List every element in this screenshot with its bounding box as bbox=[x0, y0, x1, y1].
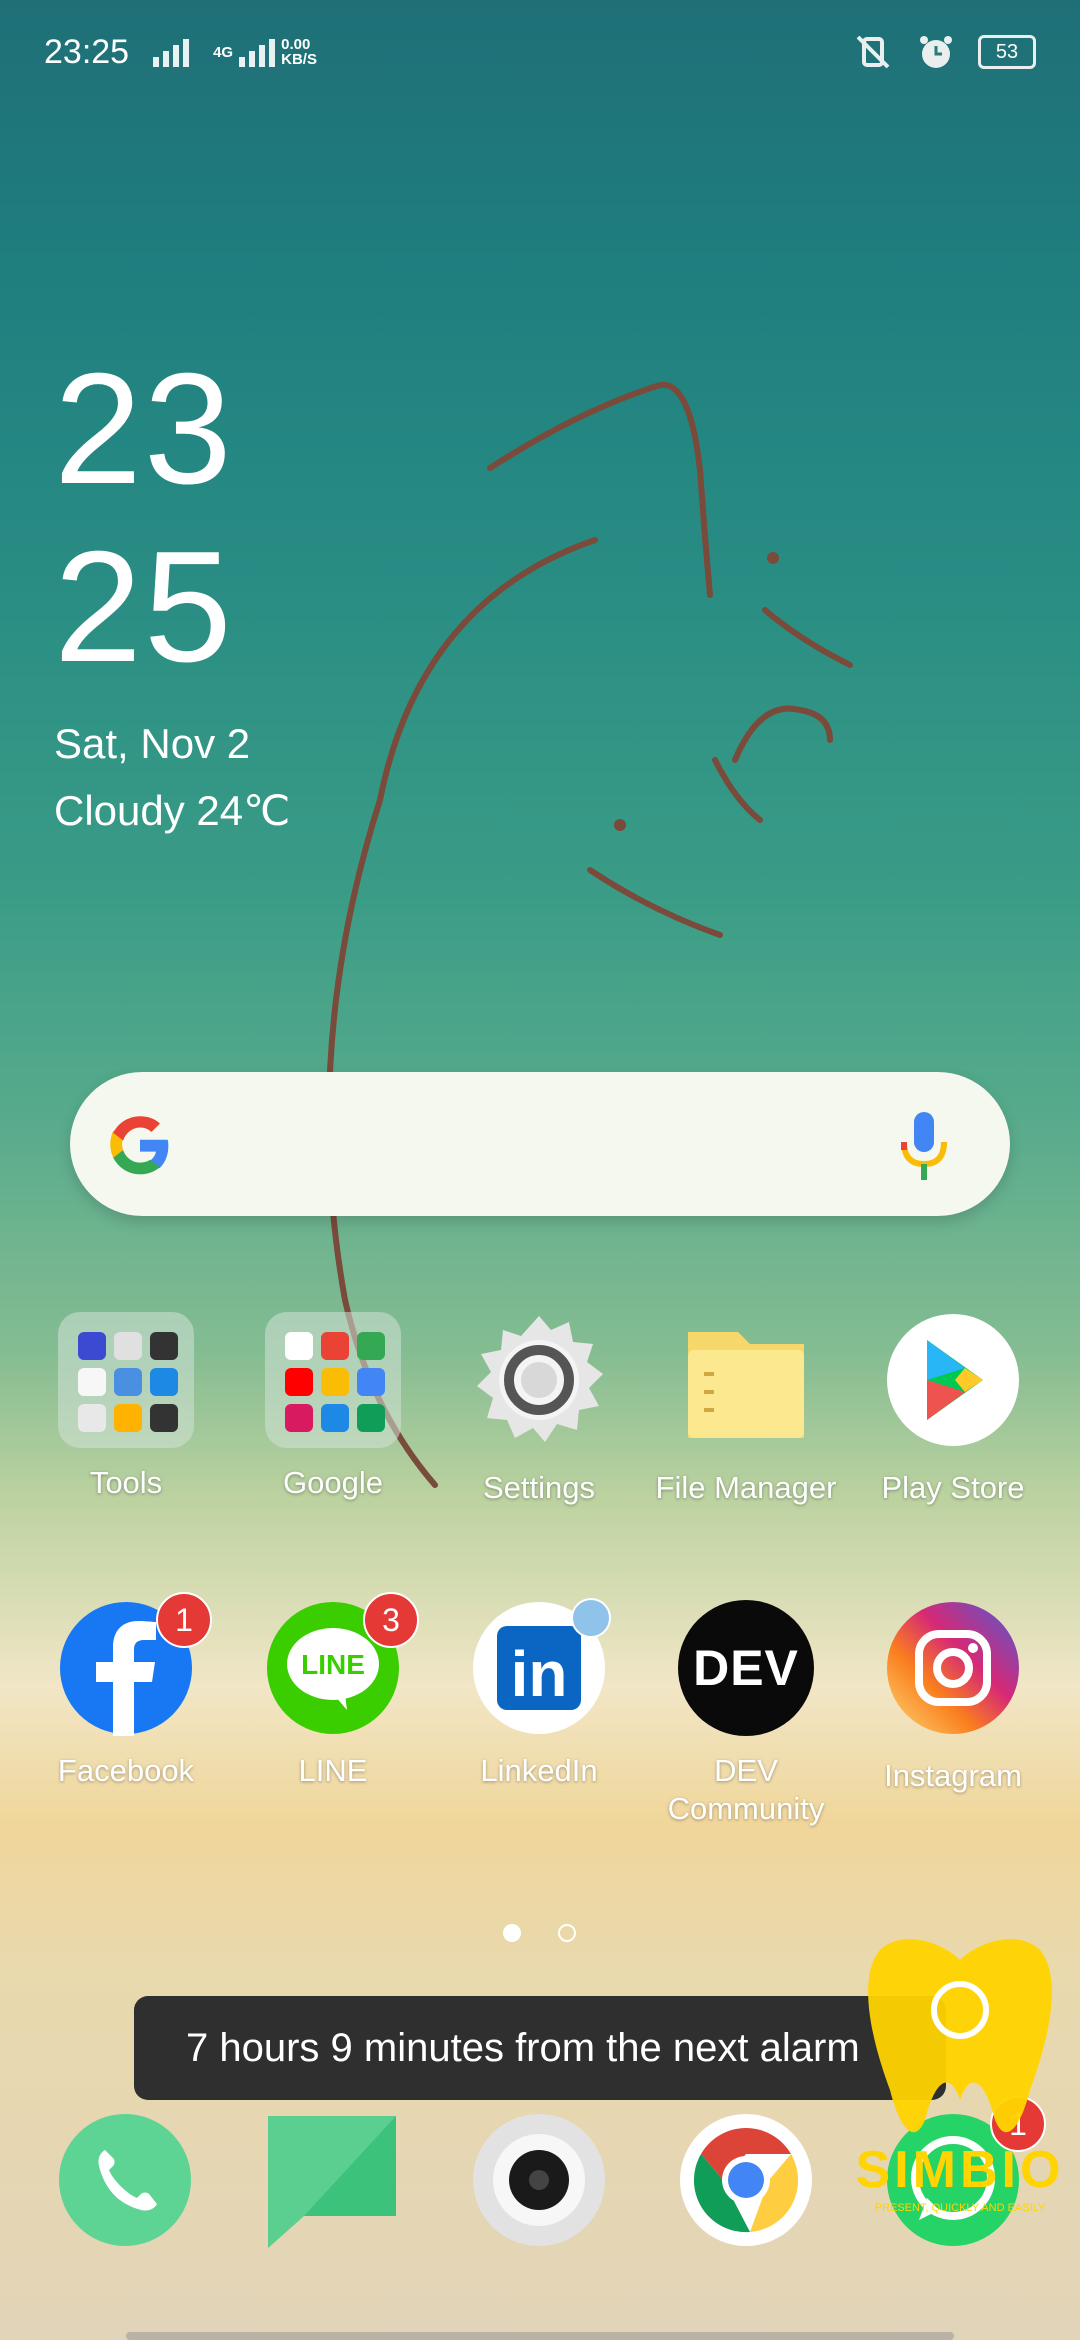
line-icon: LINE 3 bbox=[265, 1592, 419, 1736]
app-label: Settings bbox=[482, 1470, 595, 1505]
linkedin-icon-text: in bbox=[511, 1638, 568, 1710]
app-label: Play Store bbox=[881, 1470, 1025, 1505]
app-tools-folder[interactable]: Tools bbox=[31, 1312, 221, 1502]
chrome-icon[interactable] bbox=[678, 2112, 814, 2248]
tools-folder-icon bbox=[58, 1312, 194, 1448]
app-label: Instagram bbox=[884, 1758, 1022, 1793]
google-g-icon bbox=[110, 1116, 169, 1175]
dev-icon-text: DEV bbox=[678, 1600, 814, 1736]
network-speed: 0.00 KB/S bbox=[281, 36, 317, 68]
app-google-folder[interactable]: Google bbox=[238, 1312, 428, 1502]
dev-icon: DEV bbox=[678, 1600, 814, 1736]
signal-icon-2 bbox=[239, 37, 276, 67]
facebook-icon: 1 bbox=[58, 1592, 212, 1736]
app-label: Facebook bbox=[57, 1753, 195, 1788]
app-dev-community[interactable]: DEV DEV Community bbox=[651, 1600, 841, 1828]
clock-hour: 23 bbox=[54, 341, 234, 517]
app-file-manager[interactable]: File Manager bbox=[651, 1312, 841, 1507]
update-dot bbox=[571, 1598, 611, 1638]
notification-badge: 3 bbox=[363, 1592, 419, 1648]
clock-minute: 25 bbox=[54, 519, 234, 695]
app-label: File Manager bbox=[655, 1470, 837, 1505]
navigation-bar[interactable] bbox=[126, 2332, 954, 2340]
settings-gear-icon bbox=[477, 1316, 603, 1442]
play-store-icon bbox=[887, 1314, 1019, 1446]
page-indicator-active bbox=[503, 1924, 521, 1942]
microphone-icon[interactable] bbox=[898, 1110, 950, 1182]
google-search-bar[interactable] bbox=[70, 1072, 1010, 1216]
watermark-subtext: PRESENT, QUICKLY AND EASILY bbox=[874, 2202, 1046, 2214]
messages-icon[interactable] bbox=[264, 2112, 400, 2248]
watermark-text: SIMBIO bbox=[855, 2141, 1065, 2199]
folder-icon bbox=[688, 1332, 804, 1438]
app-instagram[interactable]: Instagram bbox=[858, 1600, 1048, 1795]
status-bar: 23:25 4G 0.00 KB/S 53 bbox=[44, 22, 1036, 82]
alarm-icon bbox=[920, 36, 952, 68]
instagram-icon bbox=[887, 1602, 1019, 1734]
toast-text: 7 hours 9 minutes from the next alarm bbox=[186, 2025, 860, 2070]
status-time: 23:25 bbox=[44, 32, 130, 71]
phone-icon[interactable] bbox=[57, 2112, 193, 2248]
battery-level: 53 bbox=[995, 40, 1019, 63]
app-facebook[interactable]: 1 Facebook bbox=[31, 1592, 221, 1790]
simbio-watermark: SIMBIO PRESENT, QUICKLY AND EASILY bbox=[840, 1930, 1080, 2230]
network-type: 4G bbox=[213, 43, 234, 61]
vibrate-off-icon bbox=[856, 35, 890, 69]
app-label: DEV Community bbox=[667, 1753, 825, 1826]
app-play-store[interactable]: Play Store bbox=[858, 1312, 1048, 1507]
alarm-toast: 7 hours 9 minutes from the next alarm bbox=[134, 1996, 946, 2100]
battery-icon: 53 bbox=[978, 35, 1036, 69]
camera-icon[interactable] bbox=[471, 2112, 607, 2248]
mobile-data-indicator: 4G 0.00 KB/S bbox=[213, 37, 317, 67]
tooth-logo-icon bbox=[868, 1939, 1052, 2133]
app-settings[interactable]: Settings bbox=[444, 1312, 634, 1507]
clock-widget[interactable]: 23 25 bbox=[54, 340, 234, 696]
linkedin-icon: in bbox=[471, 1598, 611, 1736]
page-indicator-inactive bbox=[558, 1924, 576, 1942]
google-folder-icon bbox=[265, 1312, 401, 1448]
app-label: LINE bbox=[298, 1753, 368, 1788]
app-line[interactable]: LINE 3 LINE bbox=[238, 1592, 428, 1790]
date-label: Sat, Nov 2 bbox=[54, 720, 251, 767]
app-label: Google bbox=[283, 1465, 383, 1500]
weather-label[interactable]: Cloudy 24℃ bbox=[54, 786, 290, 835]
line-icon-text: LINE bbox=[301, 1649, 365, 1680]
app-label: Tools bbox=[89, 1465, 163, 1500]
signal-icon bbox=[153, 37, 190, 67]
app-linkedin[interactable]: in LinkedIn bbox=[444, 1598, 634, 1790]
notification-badge: 1 bbox=[156, 1592, 212, 1648]
app-label: LinkedIn bbox=[480, 1753, 598, 1788]
